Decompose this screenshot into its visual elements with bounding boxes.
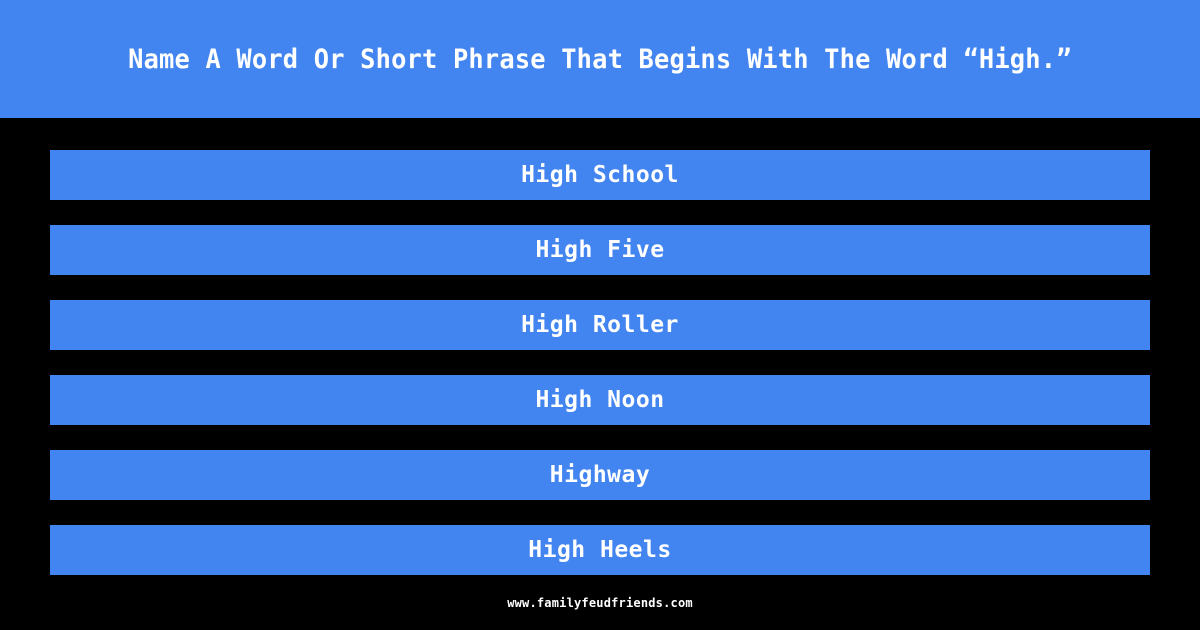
- answer-row[interactable]: Highway: [50, 450, 1150, 500]
- answer-label: High Noon: [535, 386, 665, 413]
- answer-row[interactable]: High Noon: [50, 375, 1150, 425]
- answer-row[interactable]: High Roller: [50, 300, 1150, 350]
- answer-label: High School: [521, 161, 679, 188]
- answer-row[interactable]: High Heels: [50, 525, 1150, 575]
- answers-board: High School High Five High Roller High N…: [0, 118, 1200, 575]
- page-title: Name A Word Or Short Phrase That Begins …: [128, 43, 1072, 75]
- answer-label: High Heels: [528, 536, 672, 563]
- answer-label: High Roller: [521, 311, 679, 338]
- family-feud-answer-board: Name A Word Or Short Phrase That Begins …: [0, 0, 1200, 630]
- answer-row[interactable]: High School: [50, 150, 1150, 200]
- footer: www.familyfeudfriends.com: [0, 575, 1200, 630]
- answer-row[interactable]: High Five: [50, 225, 1150, 275]
- question-header: Name A Word Or Short Phrase That Begins …: [0, 0, 1200, 118]
- answer-label: High Five: [535, 236, 665, 263]
- answer-label: Highway: [549, 461, 651, 488]
- site-url: www.familyfeudfriends.com: [507, 595, 693, 610]
